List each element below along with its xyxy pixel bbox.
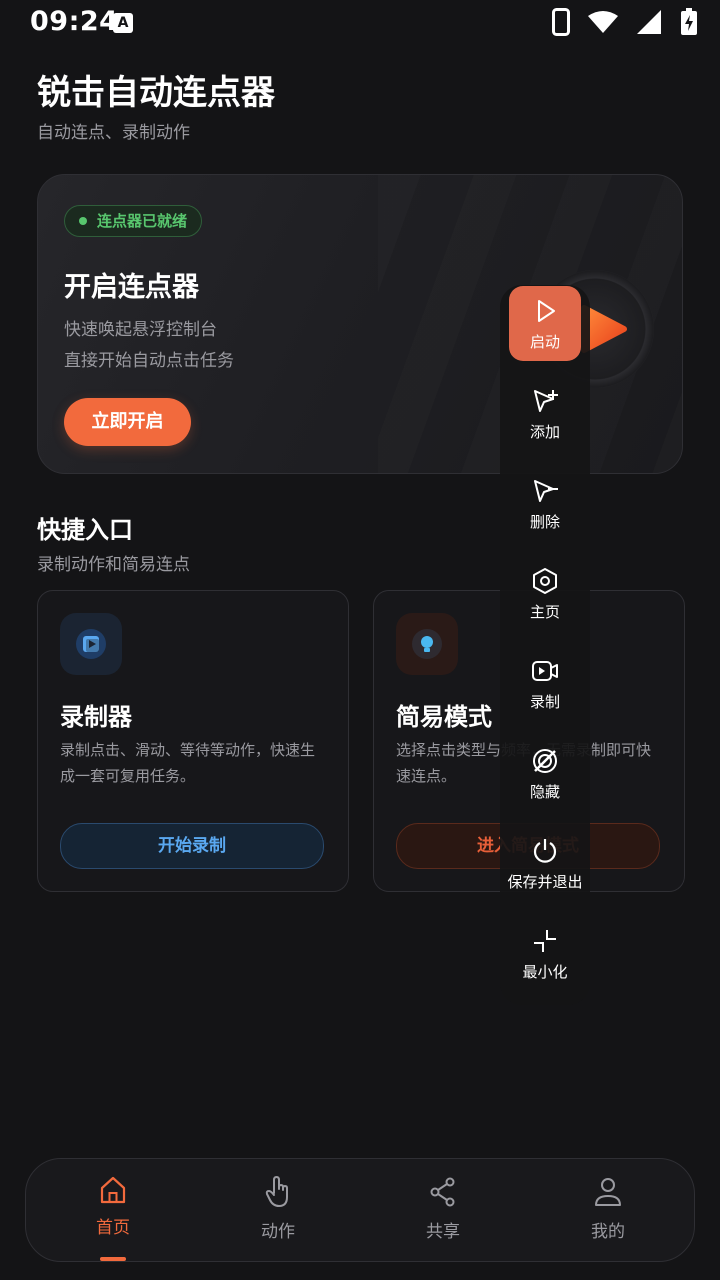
minimize-icon — [534, 930, 556, 952]
hero-desc-line1: 快速唤起悬浮控制台 — [64, 320, 217, 340]
easy-mode-title: 简易模式 — [396, 703, 492, 731]
nav-label-share: 共享 — [426, 1222, 460, 1242]
fp-home-button[interactable]: 主页 — [500, 567, 590, 622]
ready-status-badge: 连点器已就绪 — [64, 205, 203, 237]
quick-section-subtitle: 录制动作和简易连点 — [37, 555, 190, 575]
home-icon — [100, 1176, 126, 1204]
wifi-icon — [588, 11, 618, 33]
lightbulb-icon — [412, 629, 442, 659]
user-icon — [595, 1178, 621, 1206]
recorder-card[interactable]: 录制器 录制点击、滑动、等待等动作，快速生成一套可复用任务。 开始录制 — [37, 590, 349, 892]
nav-label-home: 首页 — [96, 1218, 130, 1238]
hand-icon — [265, 1176, 288, 1207]
nav-item-share[interactable]: 共享 — [388, 1175, 498, 1242]
fp-save-exit-label: 保存并退出 — [507, 873, 583, 891]
app-title: 锐击自动连点器 — [37, 73, 275, 113]
hero-title: 开启连点器 — [64, 272, 199, 303]
nav-label-actions: 动作 — [261, 1222, 295, 1242]
status-icons — [552, 8, 698, 36]
fp-minimize-button[interactable]: 最小化 — [500, 927, 590, 982]
easy-mode-icon-box — [396, 613, 458, 675]
fp-hide-label: 隐藏 — [529, 783, 560, 801]
fp-record-button[interactable]: 录制 — [500, 657, 590, 712]
power-icon — [533, 839, 557, 863]
floating-control-panel: 启动 添加 删除 主页 录制 隐藏 保存并退出 最小化 — [500, 285, 590, 1005]
quick-section-title: 快捷入口 — [37, 516, 133, 544]
app-subtitle: 自动连点、录制动作 — [37, 123, 190, 143]
nav-item-actions[interactable]: 动作 — [223, 1175, 333, 1242]
video-record-icon — [532, 661, 558, 681]
cursor-plus-icon — [534, 390, 558, 412]
start-recording-button[interactable]: 开始录制 — [60, 823, 324, 869]
fp-add-button[interactable]: 添加 — [500, 387, 590, 442]
hero-desc-line2: 直接开始自动点击任务 — [64, 351, 234, 371]
fp-delete-label: 删除 — [529, 513, 560, 531]
play-icon — [538, 300, 555, 322]
fp-hide-button[interactable]: 隐藏 — [500, 747, 590, 802]
fp-record-label: 录制 — [529, 693, 560, 711]
phone-icon — [552, 8, 570, 36]
ready-status-text: 连点器已就绪 — [97, 212, 188, 230]
fp-delete-button[interactable]: 删除 — [500, 477, 590, 532]
hide-icon — [533, 749, 557, 773]
recorder-title: 录制器 — [60, 703, 132, 731]
recorder-desc: 录制点击、滑动、等待等动作，快速生成一套可复用任务。 — [60, 741, 316, 785]
signal-icon — [637, 10, 661, 34]
battery-charging-icon — [681, 8, 697, 35]
cursor-minus-icon — [534, 480, 558, 502]
record-video-icon — [76, 629, 106, 659]
fp-minimize-label: 最小化 — [522, 963, 568, 981]
fp-start-button[interactable]: 启动 — [509, 286, 581, 361]
fp-home-label: 主页 — [529, 603, 560, 621]
share-icon — [430, 1177, 455, 1207]
ready-dot-icon — [79, 217, 87, 225]
notification-a-icon: A — [113, 13, 133, 33]
nav-item-mine[interactable]: 我的 — [553, 1175, 663, 1242]
nav-label-mine: 我的 — [591, 1222, 625, 1242]
fp-add-label: 添加 — [529, 423, 560, 441]
nav-item-home[interactable]: 首页 — [58, 1175, 168, 1261]
status-time: 09:24 — [30, 6, 119, 37]
fp-save-exit-button[interactable]: 保存并退出 — [500, 837, 590, 892]
bottom-nav: 首页 动作 共享 我的 — [25, 1158, 695, 1262]
fp-start-label: 启动 — [529, 333, 560, 351]
hexagon-icon — [533, 568, 557, 594]
start-now-button[interactable]: 立即开启 — [64, 398, 191, 446]
recorder-icon-box — [60, 613, 122, 675]
nav-active-indicator — [100, 1257, 126, 1261]
